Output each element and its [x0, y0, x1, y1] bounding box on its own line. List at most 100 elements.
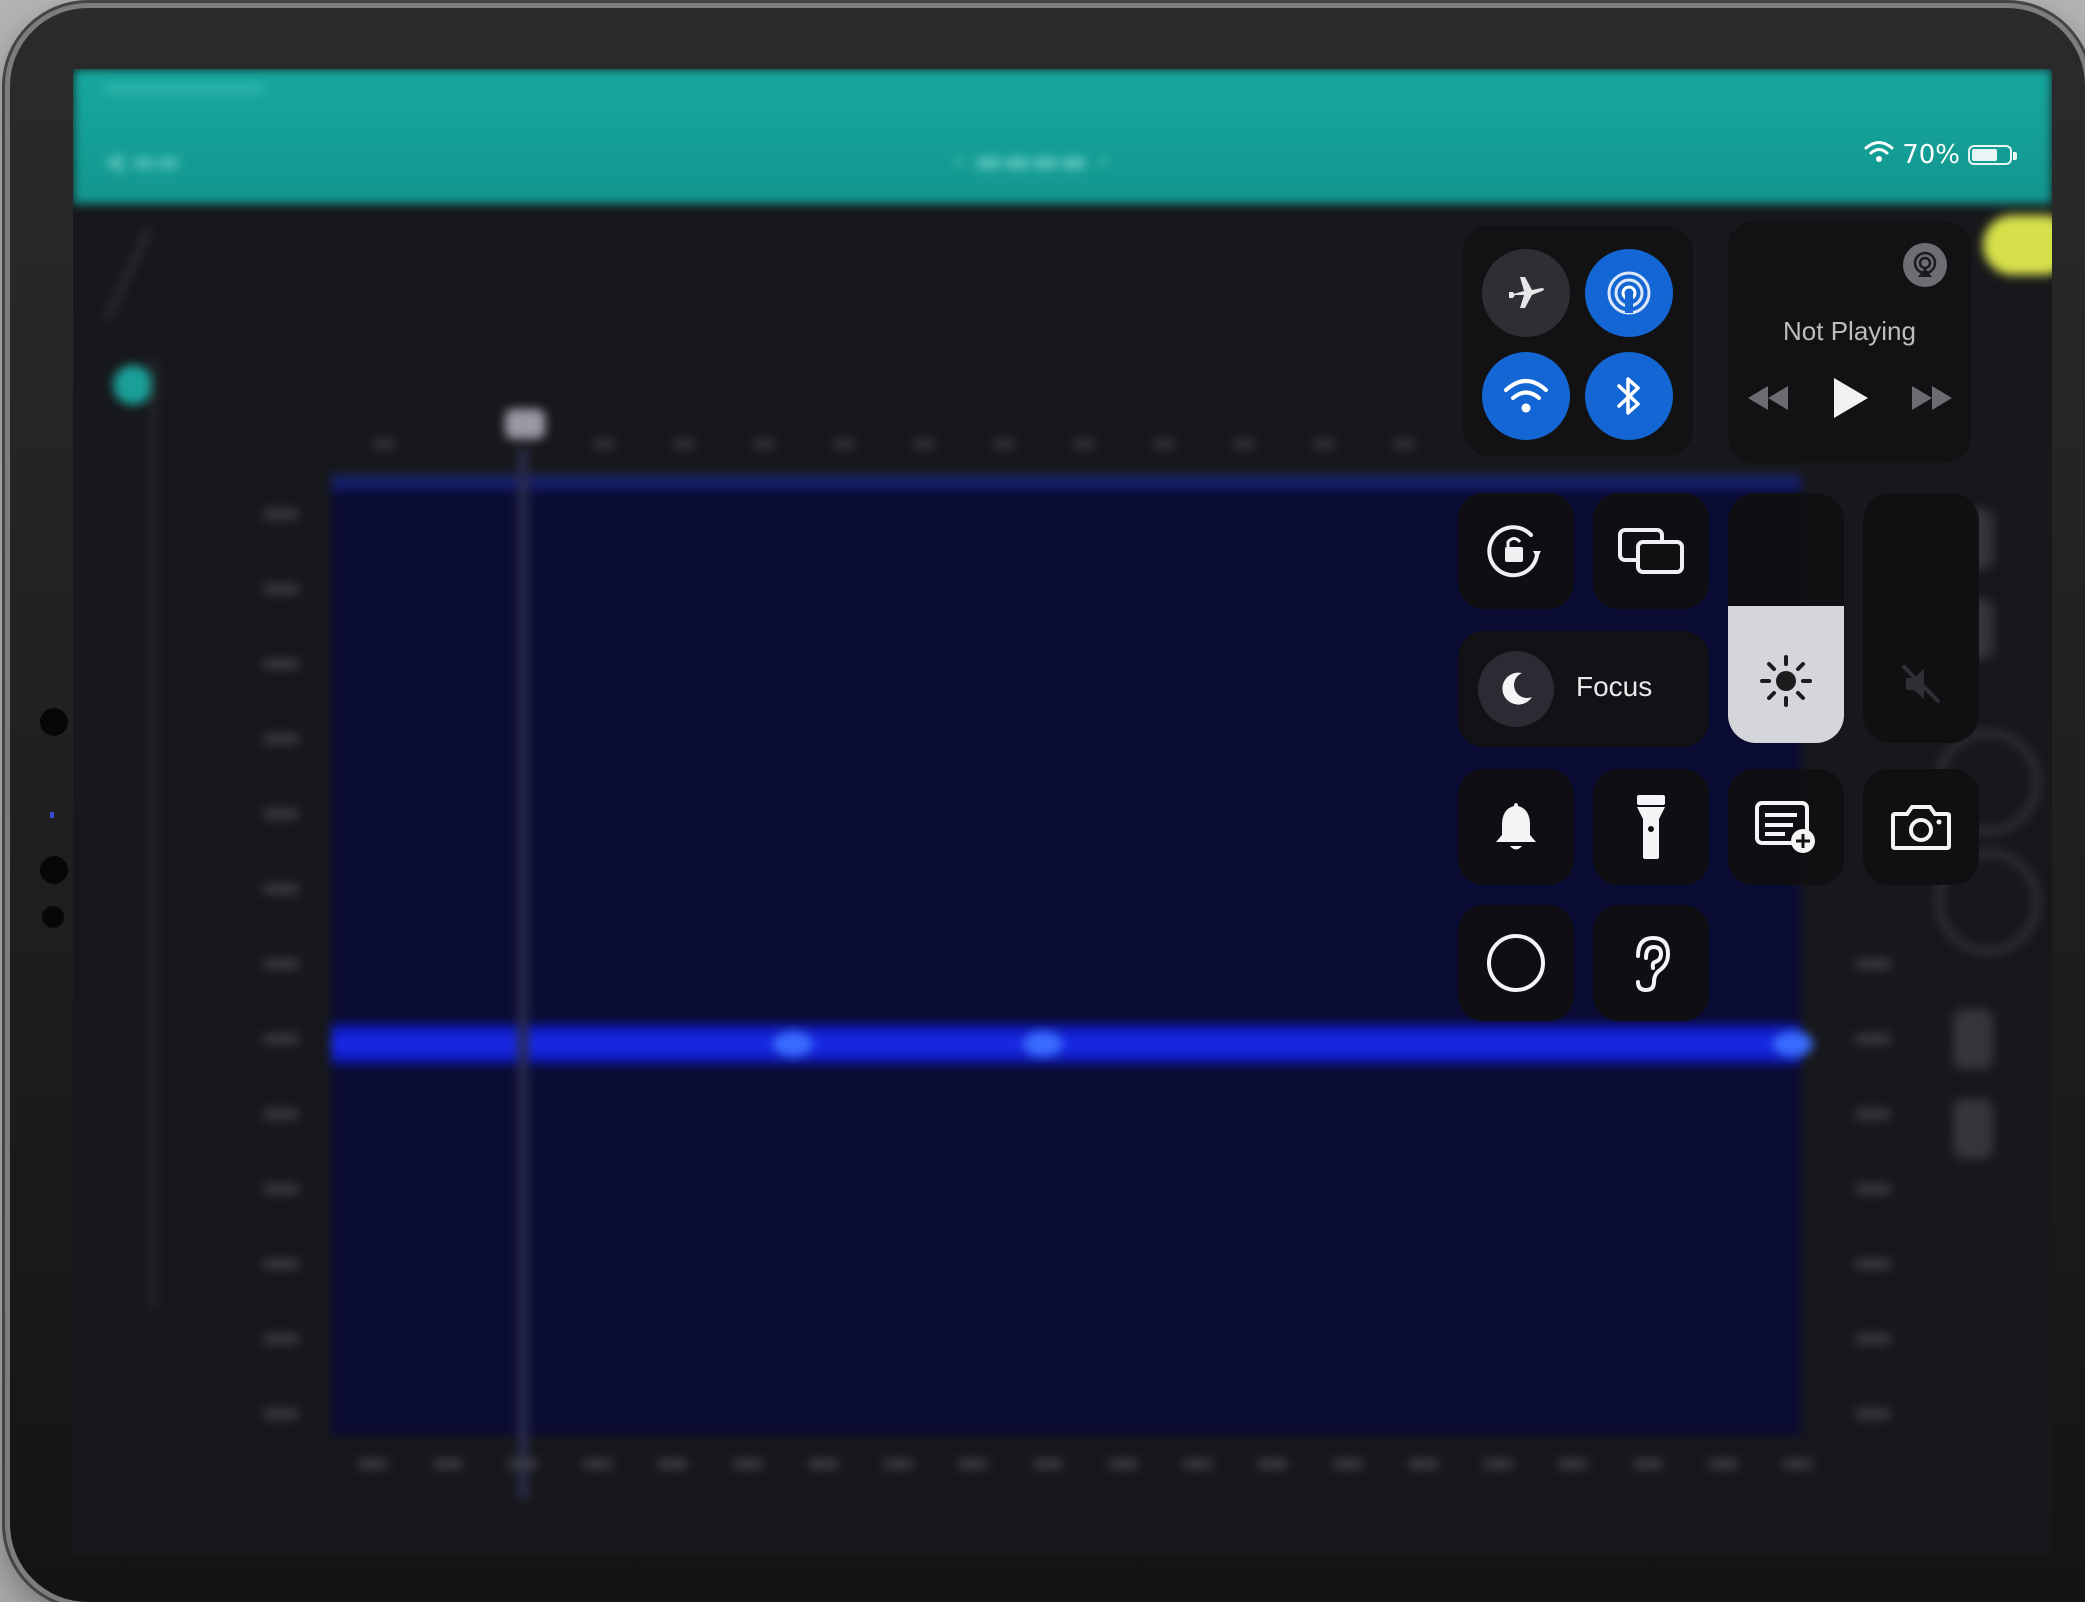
- sun-icon: [1760, 655, 1812, 707]
- app-side-control[interactable]: [1953, 1099, 1993, 1159]
- x-tick: [358, 1459, 388, 1469]
- left-panel-glyph: [104, 229, 232, 319]
- y-tick-right: [1855, 1409, 1891, 1419]
- speaker-muted-icon: [1902, 665, 1940, 703]
- camera-icon: [1891, 805, 1951, 850]
- quick-note-button[interactable]: [1728, 769, 1844, 885]
- x-tick: [1408, 1459, 1438, 1469]
- x-tick-top: [1313, 439, 1335, 449]
- sensor-dot: [40, 856, 68, 884]
- airdrop-icon: [1607, 271, 1651, 315]
- screen-recording-button[interactable]: [1458, 905, 1574, 1021]
- signal-hotspot: [1773, 1031, 1813, 1057]
- now-playing-label: Not Playing: [1783, 316, 1916, 346]
- airplay-button[interactable]: [1903, 243, 1947, 287]
- screen-mirroring-icon: [1618, 528, 1684, 574]
- x-tick-top: [1153, 439, 1175, 449]
- x-tick: [808, 1459, 838, 1469]
- app-header-subtitle: [103, 85, 263, 93]
- x-tick-top: [373, 439, 395, 449]
- signal-band: [331, 1024, 1801, 1064]
- airplane-icon: [1509, 277, 1544, 308]
- volume-icon-wrap: [1863, 659, 1979, 709]
- app-back-button[interactable]: ◀ ▬▬: [103, 147, 180, 177]
- y-tick: [263, 809, 299, 819]
- connectivity-tile: [1463, 226, 1693, 456]
- y-tick: [263, 884, 299, 894]
- rewind-button[interactable]: [1744, 384, 1792, 416]
- ipad-frame: ◀ ▬▬ ‹ ▬▬▬▬ › 70% Not Playing Focus: [10, 8, 2085, 1602]
- x-tick: [1033, 1459, 1063, 1469]
- fast-forward-button[interactable]: [1908, 384, 1956, 416]
- focus-button[interactable]: Focus: [1458, 631, 1709, 747]
- x-tick: [1108, 1459, 1138, 1469]
- battery-fill: [1972, 148, 1998, 161]
- y-tick: [263, 1409, 299, 1419]
- hearing-icon: [1636, 935, 1671, 993]
- fast-forward-icon: [1911, 386, 1952, 410]
- screen-mirroring-button[interactable]: [1593, 493, 1709, 609]
- bluetooth-icon: [1617, 377, 1640, 415]
- focus-icon-circle: [1478, 651, 1554, 727]
- x-tick: [1633, 1459, 1663, 1469]
- rotation-lock-button[interactable]: [1458, 493, 1574, 609]
- x-tick: [658, 1459, 688, 1469]
- bluetooth-button[interactable]: [1585, 352, 1673, 440]
- moon-icon: [1502, 672, 1532, 705]
- x-tick: [1183, 1459, 1213, 1469]
- y-tick-right: [1855, 1034, 1891, 1044]
- y-tick: [263, 509, 299, 519]
- x-tick: [1708, 1459, 1738, 1469]
- x-tick-top: [753, 439, 775, 449]
- x-tick-top: [913, 439, 935, 449]
- signal-hotspot: [773, 1031, 813, 1057]
- app-header: ◀ ▬▬ ‹ ▬▬▬▬ ›: [73, 69, 2052, 204]
- app-side-control[interactable]: [1953, 1009, 1993, 1069]
- bell-icon: [1496, 803, 1536, 850]
- left-slider-thumb[interactable]: [113, 365, 153, 405]
- brightness-slider[interactable]: [1728, 493, 1844, 743]
- x-tick-top: [593, 439, 615, 449]
- y-tick-right: [1855, 959, 1891, 969]
- quick-note-icon: [1755, 801, 1815, 853]
- time-cursor-knob[interactable]: [505, 409, 545, 439]
- y-tick-right: [1855, 1259, 1891, 1269]
- x-tick: [958, 1459, 988, 1469]
- playback-controls: [1728, 376, 1971, 424]
- x-tick-top: [1233, 439, 1255, 449]
- status-bar: 70%: [1864, 139, 2017, 170]
- wifi-button[interactable]: [1482, 352, 1570, 440]
- spectrogram-top-strip: [331, 474, 1801, 490]
- flashlight-button[interactable]: [1593, 769, 1709, 885]
- y-tick: [263, 734, 299, 744]
- silent-mode-button[interactable]: [1458, 769, 1574, 885]
- app-title[interactable]: ‹ ▬▬▬▬ ›: [953, 144, 1109, 179]
- time-cursor[interactable]: [518, 449, 528, 1499]
- app-toggle-button[interactable]: [1983, 215, 2052, 275]
- x-tick-top: [1393, 439, 1415, 449]
- x-tick: [583, 1459, 613, 1469]
- play-button[interactable]: [1830, 376, 1870, 424]
- flashlight-icon: [1637, 795, 1665, 859]
- left-slider-rail[interactable]: [151, 359, 157, 1309]
- spectrogram[interactable]: [331, 481, 1801, 1436]
- airdrop-button[interactable]: [1585, 249, 1673, 337]
- wifi-icon: [1504, 379, 1548, 413]
- x-tick-top: [993, 439, 1015, 449]
- signal-hotspot: [1023, 1031, 1063, 1057]
- hearing-button[interactable]: [1593, 905, 1709, 1021]
- y-tick: [263, 1334, 299, 1344]
- x-tick: [433, 1459, 463, 1469]
- screen: ◀ ▬▬ ‹ ▬▬▬▬ › 70% Not Playing Focus: [73, 69, 2052, 1556]
- x-tick: [1483, 1459, 1513, 1469]
- airplane-mode-button[interactable]: [1482, 249, 1570, 337]
- x-tick-top: [833, 439, 855, 449]
- now-playing-tile[interactable]: Not Playing: [1728, 221, 1971, 463]
- volume-slider[interactable]: [1863, 493, 1979, 743]
- y-tick-right: [1855, 1109, 1891, 1119]
- focus-label: Focus: [1576, 671, 1653, 702]
- x-tick: [1783, 1459, 1813, 1469]
- airplay-icon: [1913, 251, 1937, 277]
- camera-button[interactable]: [1863, 769, 1979, 885]
- x-tick: [883, 1459, 913, 1469]
